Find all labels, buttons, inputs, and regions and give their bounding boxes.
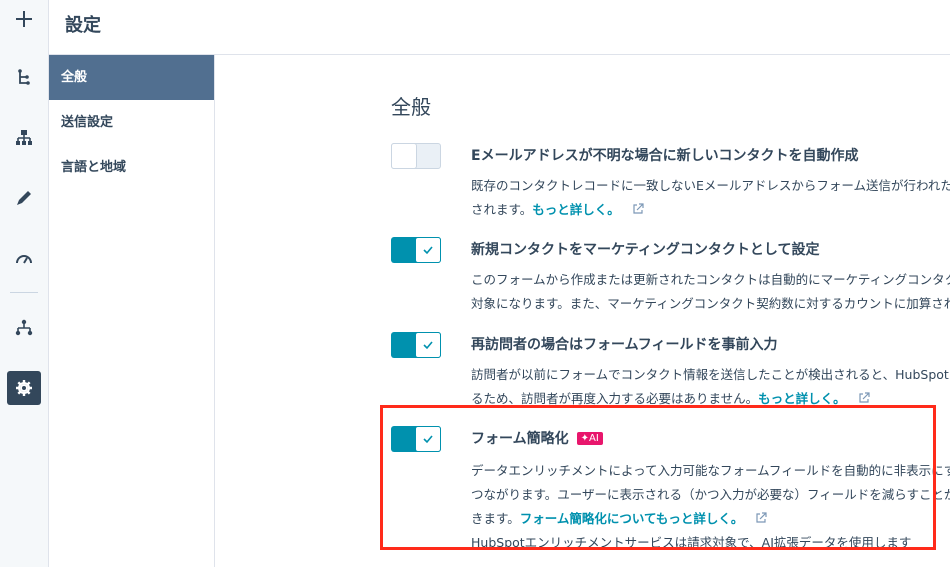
subnav-item-language-region[interactable]: 言語と地域 — [49, 145, 214, 190]
toggle-form-shortening[interactable] — [391, 426, 441, 452]
plus-icon[interactable] — [9, 4, 39, 34]
description-line: このフォームから作成または更新されたコンタクトは自動的にマーケティングコンタクト — [471, 272, 950, 287]
setting-description: データエンリッチメントによって入力可能なフォームフィールドを自動的に非表示にする… — [471, 459, 950, 555]
description-line: るため、訪問者が再度入力する必要はありません。 — [471, 391, 759, 406]
setting-description: 既存のコンタクトレコードに一致しないEメールアドレスからフォーム送信が行われた場… — [471, 174, 950, 222]
setting-form-shortening: フォーム簡略化 ✦AI データエンリッチメントによって入力可能なフォームフィールド… — [391, 426, 950, 556]
setting-description: このフォームから作成または更新されたコンタクトは自動的にマーケティングコンタクト… — [471, 268, 950, 316]
learn-more-link[interactable]: もっと詳しく。 — [758, 391, 846, 406]
setting-title: Eメールアドレスが不明な場合に新しいコンタクトを自動作成 — [471, 148, 859, 164]
description-line: きます。 — [471, 511, 520, 526]
external-link-icon — [756, 512, 768, 523]
setting-auto-create-contact: Eメールアドレスが不明な場合に新しいコンタクトを自動作成 既存のコンタクトレコー… — [391, 143, 950, 223]
toggle-knob — [415, 332, 441, 358]
subnav-item-sending[interactable]: 送信設定 — [49, 100, 214, 145]
toggle-knob — [415, 426, 441, 452]
page-title: 設定 — [65, 15, 101, 36]
left-icon-rail — [0, 0, 49, 567]
toggle-knob — [391, 143, 417, 169]
section-title: 全般 — [391, 95, 431, 119]
subnav-item-general[interactable]: 全般 — [49, 55, 214, 100]
description-line: 対象になります。また、マーケティングコンタクト契約数に対するカウントに加算されま… — [471, 296, 950, 311]
external-link-icon — [633, 203, 644, 214]
description-line: されます。 — [471, 202, 533, 217]
pencil-icon[interactable] — [9, 183, 39, 213]
setting-title: フォーム簡略化 ✦AI — [471, 428, 603, 448]
page-header: 設定 — [49, 0, 950, 55]
form-shortening-learn-more-link[interactable]: フォーム簡略化についてもっと詳しく。 — [520, 511, 744, 526]
settings-subnav: 全般 送信設定 言語と地域 — [49, 55, 215, 567]
ai-badge: ✦AI — [576, 432, 603, 445]
hierarchy-icon[interactable] — [9, 313, 39, 343]
checkmark-icon — [423, 341, 433, 350]
setting-description: 訪問者が以前にフォームでコンタクト情報を送信したことが検出されると、HubSpo… — [471, 363, 950, 411]
toggle-knob — [415, 237, 441, 263]
setting-title-text: フォーム簡略化 — [471, 431, 569, 447]
description-line: HubSpotエンリッチメントサービスは請求対象で、AI拡張データを使用します — [471, 535, 912, 550]
learn-more-link[interactable]: もっと詳しく。 — [532, 202, 620, 217]
org-chart-icon[interactable] — [9, 123, 39, 153]
gauge-icon[interactable] — [9, 243, 39, 273]
toggle-prefill-fields[interactable] — [391, 332, 441, 358]
setting-title: 再訪問者の場合はフォームフィールドを事前入力 — [471, 337, 778, 353]
toggle-marketing-contact[interactable] — [391, 237, 441, 263]
description-line: 訪問者が以前にフォームでコンタクト情報を送信したことが検出されると、HubSpo… — [471, 367, 949, 382]
checkmark-icon — [423, 435, 433, 444]
rail-divider — [10, 292, 38, 293]
setting-title: 新規コンタクトをマーケティングコンタクトとして設定 — [471, 242, 820, 258]
external-link-icon — [859, 392, 870, 403]
setting-prefill-fields: 再訪問者の場合はフォームフィールドを事前入力 訪問者が以前にフォームでコンタクト… — [391, 332, 950, 412]
gear-icon[interactable] — [7, 371, 41, 405]
main-content: 全般 Eメールアドレスが不明な場合に新しいコンタクトを自動作成 既存のコンタクト… — [215, 55, 950, 567]
workflow-icon[interactable] — [9, 63, 39, 93]
description-line: データエンリッチメントによって入力可能なフォームフィールドを自動的に非表示にする — [471, 463, 950, 478]
description-line: つながります。ユーザーに表示される（かつ入力が必要な）フィールドを減らすことがで — [471, 487, 950, 502]
toggle-auto-create-contact[interactable] — [391, 143, 441, 169]
checkmark-icon — [423, 246, 433, 255]
setting-marketing-contact: 新規コンタクトをマーケティングコンタクトとして設定 このフォームから作成または更… — [391, 237, 950, 317]
description-line: 既存のコンタクトレコードに一致しないEメールアドレスからフォーム送信が行われた場… — [471, 178, 950, 193]
